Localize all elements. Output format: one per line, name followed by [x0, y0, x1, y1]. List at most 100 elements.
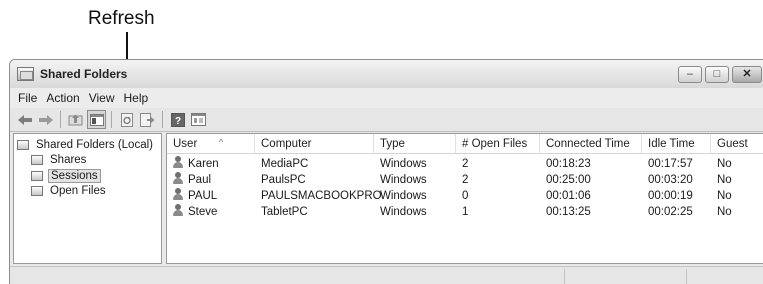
- column-header-label: Computer: [261, 138, 312, 150]
- cell-user: Karen: [167, 156, 219, 172]
- main-content: Shared Folders (Local) Shares Sessions O…: [10, 133, 763, 264]
- minimize-button[interactable]: –: [678, 66, 702, 83]
- menu-help[interactable]: Help: [122, 91, 156, 105]
- up-folder-icon[interactable]: [66, 110, 85, 129]
- cell-guest: No: [717, 190, 732, 202]
- tree-item-shared-folders-local[interactable]: Shared Folders (Local): [14, 137, 161, 153]
- user-icon: [173, 156, 183, 168]
- column-header-label: User: [173, 138, 198, 150]
- table-row[interactable]: Steve TabletPC Windows 1 00:13:25 00:02:…: [167, 204, 763, 220]
- column-header-label: Guest: [717, 138, 748, 150]
- toolbar-separator: [111, 111, 112, 128]
- cell-idle-time: 00:00:19: [648, 190, 693, 202]
- cell-guest: No: [717, 158, 732, 170]
- list-header: User ^ Computer Type # Open Files Connec…: [167, 134, 763, 154]
- column-header-guest[interactable]: Guest: [711, 134, 763, 154]
- status-bar: [10, 266, 763, 284]
- back-arrow-icon[interactable]: [15, 110, 34, 129]
- tree-item-label: Shares: [50, 154, 87, 167]
- tree-item-open-files[interactable]: Open Files: [14, 184, 161, 200]
- tree-item-label: Shared Folders (Local): [36, 138, 153, 151]
- cell-connected-time: 00:25:00: [546, 174, 591, 186]
- cell-computer: PAULSMACBOOKPRO: [261, 190, 382, 202]
- menu-file[interactable]: File: [16, 91, 44, 105]
- menu-bar: File Action View Help: [10, 88, 763, 108]
- help-icon[interactable]: ?: [168, 110, 187, 129]
- window-controls: – □ ✕: [678, 66, 762, 83]
- toolbar-separator: [60, 111, 61, 128]
- status-bar-divider: [564, 269, 565, 284]
- cell-idle-time: 00:17:57: [648, 158, 693, 170]
- cell-idle-time: 00:02:25: [648, 206, 693, 218]
- column-header-label: Idle Time: [648, 138, 695, 150]
- refresh-icon[interactable]: [117, 110, 136, 129]
- user-icon: [173, 204, 183, 216]
- open-files-node-icon: [31, 186, 43, 197]
- cell-type: Windows: [380, 174, 427, 186]
- column-header-open-files[interactable]: # Open Files: [456, 134, 540, 154]
- menu-action[interactable]: Action: [44, 91, 86, 105]
- user-name: Steve: [188, 206, 218, 218]
- table-row[interactable]: Paul PaulsPC Windows 2 00:25:00 00:03:20…: [167, 172, 763, 188]
- cell-open-files: 0: [462, 190, 469, 202]
- tree-item-label: Open Files: [50, 185, 106, 198]
- toolbar: ?: [10, 108, 763, 132]
- cell-idle-time: 00:03:20: [648, 174, 693, 186]
- maximize-button[interactable]: □: [705, 66, 729, 83]
- column-header-label: Type: [380, 138, 405, 150]
- column-header-idle-time[interactable]: Idle Time: [642, 134, 711, 154]
- window-title: Shared Folders: [40, 67, 128, 81]
- cell-type: Windows: [380, 190, 427, 202]
- column-header-connected-time[interactable]: Connected Time: [540, 134, 642, 154]
- title-bar[interactable]: Shared Folders – □ ✕: [10, 60, 763, 88]
- cell-type: Windows: [380, 206, 427, 218]
- column-header-label: Connected Time: [546, 138, 630, 150]
- tree-item-shares[interactable]: Shares: [14, 153, 161, 169]
- sessions-node-icon: [31, 170, 43, 181]
- cell-connected-time: 00:13:25: [546, 206, 591, 218]
- cell-connected-time: 00:01:06: [546, 190, 591, 202]
- show-hide-tree-icon[interactable]: [87, 110, 106, 129]
- cell-open-files: 2: [462, 158, 469, 170]
- cell-user: PAUL: [167, 188, 217, 204]
- shared-folders-window: Shared Folders – □ ✕ File Action View He…: [9, 59, 763, 284]
- tree-item-label: Sessions: [48, 168, 101, 183]
- refresh-callout-label: Refresh: [88, 8, 155, 29]
- cell-open-files: 1: [462, 206, 469, 218]
- cell-computer: MediaPC: [261, 158, 309, 170]
- shared-folders-app-icon: [17, 67, 34, 81]
- column-header-computer[interactable]: Computer: [255, 134, 374, 154]
- cell-user: Paul: [167, 172, 211, 188]
- column-header-type[interactable]: Type: [374, 134, 456, 154]
- user-name: Karen: [188, 158, 219, 170]
- shared-folder-node-icon: [17, 139, 29, 150]
- user-name: Paul: [188, 174, 212, 186]
- column-header-user[interactable]: User ^: [167, 134, 255, 154]
- user-icon: [173, 172, 183, 184]
- cell-connected-time: 00:18:23: [546, 158, 591, 170]
- user-icon: [173, 188, 183, 200]
- cell-type: Windows: [380, 158, 427, 170]
- table-row[interactable]: Karen MediaPC Windows 2 00:18:23 00:17:5…: [167, 156, 763, 172]
- tree-item-sessions[interactable]: Sessions: [14, 168, 161, 184]
- table-row[interactable]: PAUL PAULSMACBOOKPRO Windows 0 00:01:06 …: [167, 188, 763, 204]
- properties-icon[interactable]: [189, 110, 208, 129]
- toolbar-separator: [162, 111, 163, 128]
- close-button[interactable]: ✕: [732, 66, 762, 83]
- cell-open-files: 2: [462, 174, 469, 186]
- console-tree: Shared Folders (Local) Shares Sessions O…: [13, 133, 162, 264]
- sessions-list: User ^ Computer Type # Open Files Connec…: [166, 133, 763, 264]
- cell-guest: No: [717, 174, 732, 186]
- cell-user: Steve: [167, 204, 217, 220]
- column-header-label: # Open Files: [462, 138, 528, 150]
- status-bar-divider: [686, 269, 687, 284]
- menu-view[interactable]: View: [87, 91, 122, 105]
- shares-node-icon: [31, 155, 43, 166]
- cell-guest: No: [717, 206, 732, 218]
- user-name: PAUL: [188, 190, 218, 202]
- export-list-icon[interactable]: [138, 110, 157, 129]
- svg-text:?: ?: [174, 116, 180, 127]
- cell-computer: PaulsPC: [261, 174, 306, 186]
- forward-arrow-icon[interactable]: [36, 110, 55, 129]
- sort-ascending-icon: ^: [219, 137, 224, 147]
